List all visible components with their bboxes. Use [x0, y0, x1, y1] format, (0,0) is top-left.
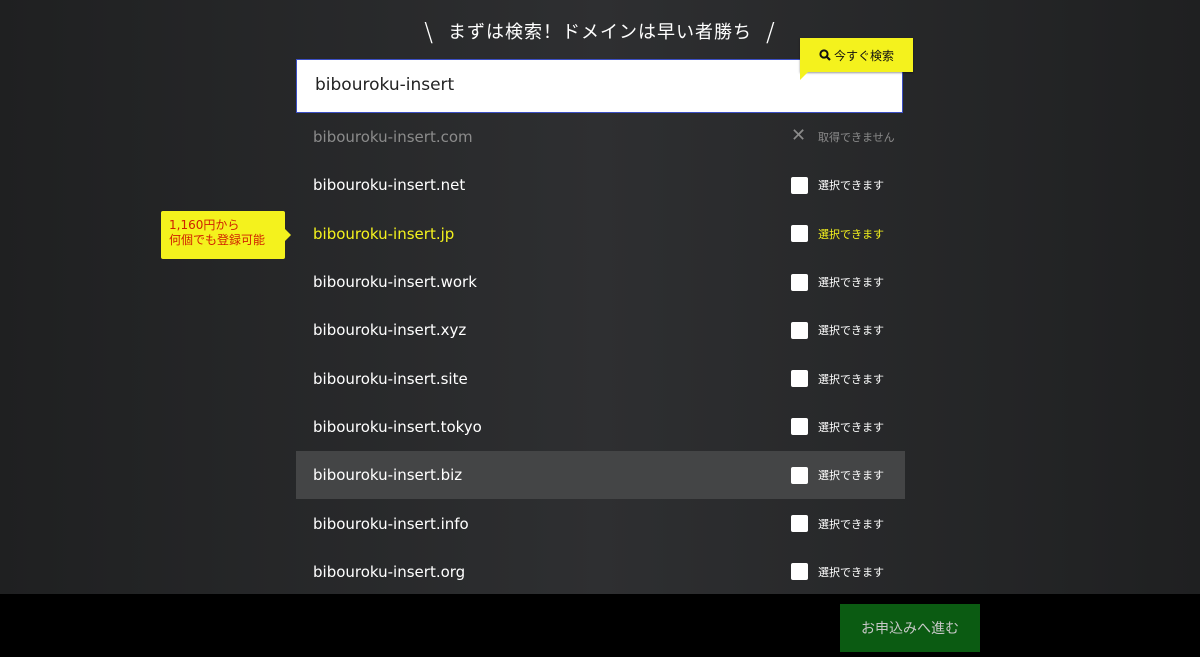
- headline: \ まずは検索！ドメインは早い者勝ち /: [0, 18, 1200, 48]
- domain-row[interactable]: bibouroku-insert.site 選択できます: [296, 354, 905, 402]
- domain-name: bibouroku-insert.info: [313, 514, 469, 533]
- search-button-label: 今すぐ検索: [833, 48, 894, 63]
- domain-status: 取得できません: [818, 131, 895, 145]
- domain-name: bibouroku-insert.xyz: [313, 321, 467, 340]
- domain-row[interactable]: bibouroku-insert.org 選択できます: [296, 548, 905, 596]
- domain-row[interactable]: bibouroku-insert.xyz 選択できます: [296, 306, 905, 354]
- domain-name: bibouroku-insert.work: [313, 273, 477, 292]
- search-icon: [819, 49, 831, 61]
- domain-checkbox[interactable]: [791, 370, 808, 388]
- domain-row[interactable]: bibouroku-insert.info 選択できます: [296, 499, 905, 547]
- promo-line2: 何個でも登録可能: [169, 233, 266, 247]
- search-button[interactable]: 今すぐ検索: [800, 38, 913, 80]
- footer-bar: お申込みへ進む: [0, 594, 1200, 657]
- right-slash-decoration: /: [766, 18, 776, 48]
- domain-row[interactable]: bibouroku-insert.jp 選択できます: [296, 210, 905, 258]
- domain-name: bibouroku-insert.jp: [313, 224, 455, 243]
- domain-checkbox[interactable]: [791, 225, 808, 243]
- domain-checkbox[interactable]: [791, 273, 808, 291]
- domain-status: 選択できます: [818, 420, 884, 434]
- domain-status: 選択できます: [818, 179, 884, 193]
- domain-name: bibouroku-insert.site: [313, 369, 468, 388]
- domain-status: 選択できます: [818, 276, 884, 290]
- domain-checkbox[interactable]: [791, 176, 808, 194]
- domain-name: bibouroku-insert.org: [313, 562, 466, 581]
- domain-row: bibouroku-insert.com ✕ 取得できません: [296, 113, 905, 161]
- domain-status: 選択できます: [818, 517, 884, 531]
- domain-row[interactable]: bibouroku-insert.tokyo 選択できます: [296, 403, 905, 451]
- domain-checkbox[interactable]: [791, 466, 808, 484]
- domain-checkbox[interactable]: [791, 563, 808, 581]
- proceed-button[interactable]: お申込みへ進む: [840, 604, 980, 652]
- domain-status: 選択できます: [818, 469, 884, 483]
- domain-row[interactable]: bibouroku-insert.net 選択できます: [296, 161, 905, 209]
- close-icon: ✕: [791, 125, 807, 146]
- domain-row[interactable]: bibouroku-insert.biz 選択できます: [296, 451, 905, 500]
- domain-checkbox[interactable]: [791, 321, 808, 339]
- domain-name: bibouroku-insert.biz: [313, 466, 463, 485]
- domain-row[interactable]: bibouroku-insert.work 選択できます: [296, 258, 905, 306]
- domain-checkbox[interactable]: [791, 515, 808, 533]
- domain-status: 選択できます: [818, 372, 884, 386]
- domain-name: bibouroku-insert.net: [313, 176, 466, 195]
- promo-line1: 1,160円から: [169, 218, 240, 232]
- promo-badge: 1,160円から 何個でも登録可能: [161, 211, 291, 259]
- left-slash-decoration: \: [424, 18, 434, 48]
- domain-name: bibouroku-insert.tokyo: [313, 417, 482, 436]
- search-input[interactable]: [315, 75, 875, 95]
- domain-status: 選択できます: [818, 227, 884, 241]
- domain-status: 選択できます: [818, 324, 884, 338]
- domain-status: 選択できます: [818, 565, 884, 579]
- domain-checkbox[interactable]: [791, 418, 808, 436]
- headline-text: まずは検索！ドメインは早い者勝ち: [448, 22, 752, 43]
- domain-name: bibouroku-insert.com: [313, 128, 473, 147]
- domain-list: bibouroku-insert.com ✕ 取得できません bibouroku…: [296, 113, 905, 596]
